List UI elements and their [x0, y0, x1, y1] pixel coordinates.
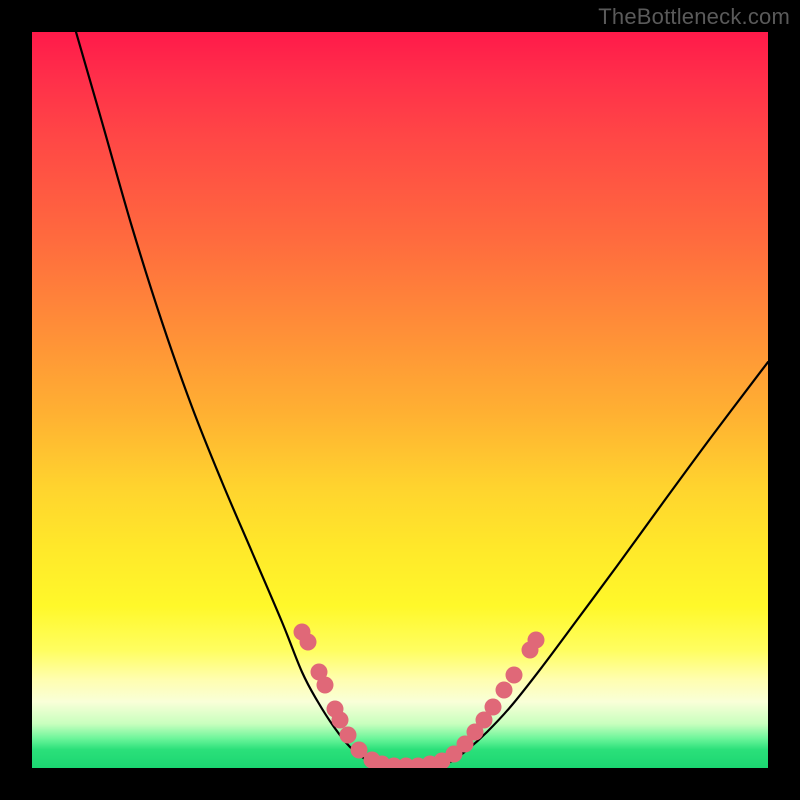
plot-area	[32, 32, 768, 768]
data-marker	[496, 682, 513, 699]
data-marker	[317, 677, 334, 694]
data-marker	[340, 727, 357, 744]
data-marker	[528, 632, 545, 649]
data-marker	[506, 667, 523, 684]
data-marker	[485, 699, 502, 716]
data-marker	[300, 634, 317, 651]
curve-path	[76, 32, 768, 767]
chart-frame: TheBottleneck.com	[0, 0, 800, 800]
bottleneck-curve	[76, 32, 768, 767]
data-marker	[332, 712, 349, 729]
watermark-text: TheBottleneck.com	[598, 4, 790, 30]
chart-svg	[32, 32, 768, 768]
data-markers	[294, 624, 545, 769]
